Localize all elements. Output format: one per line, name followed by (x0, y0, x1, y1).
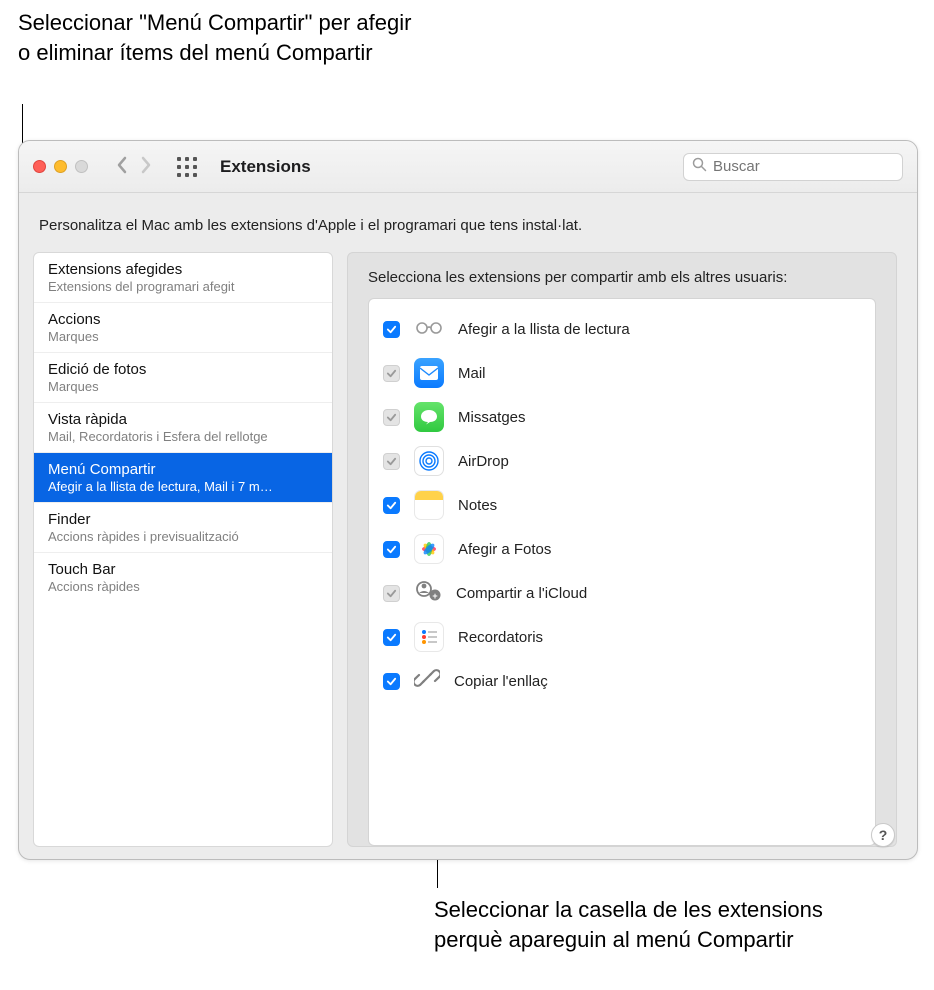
reading-list-icon (414, 316, 444, 342)
window-controls (33, 160, 88, 173)
sidebar-item[interactable]: FinderAccions ràpides i previsualització (34, 503, 332, 553)
sidebar-item-title: Touch Bar (48, 561, 318, 578)
minimize-window-button[interactable] (54, 160, 67, 173)
sidebar-item-subtitle: Extensions del programari afegit (48, 279, 318, 294)
close-window-button[interactable] (33, 160, 46, 173)
sidebar-item[interactable]: Menú CompartirAfegir a la llista de lect… (34, 453, 332, 503)
extension-row: + Compartir a l'iCloud (369, 571, 875, 615)
extension-checkbox[interactable] (383, 497, 400, 514)
extension-checkbox[interactable] (383, 629, 400, 646)
window-body: Personalitza el Mac amb les extensions d… (19, 193, 917, 859)
sidebar-item-subtitle: Mail, Recordatoris i Esfera del rellotge (48, 429, 318, 444)
extension-checkbox (383, 585, 400, 602)
annotation-line (437, 858, 438, 888)
sidebar-item[interactable]: Vista ràpidaMail, Recordatoris i Esfera … (34, 403, 332, 453)
extension-checkbox (383, 365, 400, 382)
extension-label: Missatges (458, 409, 526, 426)
annotation-bottom: Seleccionar la casella de les extensions… (434, 895, 834, 954)
show-all-icon[interactable] (176, 156, 198, 178)
extension-checkbox (383, 409, 400, 426)
extension-row: Recordatoris (369, 615, 875, 659)
toolbar: Extensions (19, 141, 917, 193)
sidebar-item-title: Accions (48, 311, 318, 328)
extension-label: AirDrop (458, 453, 509, 470)
extension-row: Notes (369, 483, 875, 527)
sidebar-item-subtitle: Accions ràpides i previsualització (48, 529, 318, 544)
search-icon (692, 157, 707, 176)
airdrop-icon (414, 446, 444, 476)
extension-row: Mail (369, 351, 875, 395)
extension-label: Afegir a la llista de lectura (458, 321, 630, 338)
main-panel: Selecciona les extensions per compartir … (347, 252, 897, 847)
forward-button[interactable] (136, 153, 156, 181)
extension-label: Afegir a Fotos (458, 541, 551, 558)
sidebar-item[interactable]: AccionsMarques (34, 303, 332, 353)
sidebar-item-subtitle: Marques (48, 329, 318, 344)
extension-checkbox[interactable] (383, 673, 400, 690)
extension-row: Afegir a Fotos (369, 527, 875, 571)
extension-checkbox (383, 453, 400, 470)
search-input[interactable] (713, 158, 912, 175)
main-heading: Selecciona les extensions per compartir … (368, 269, 876, 286)
link-icon (414, 665, 440, 697)
zoom-window-button (75, 160, 88, 173)
search-field[interactable] (683, 153, 903, 181)
svg-text:+: + (432, 591, 437, 601)
extension-row: Missatges (369, 395, 875, 439)
messages-icon (414, 402, 444, 432)
photos-icon (414, 534, 444, 564)
extension-row: Copiar l'enllaç (369, 659, 875, 703)
extension-label: Notes (458, 497, 497, 514)
extension-list: Afegir a la llista de lectura Mail Missatg… (368, 298, 876, 846)
sidebar-item-title: Extensions afegides (48, 261, 318, 278)
nav-arrows (112, 153, 156, 181)
back-button[interactable] (112, 153, 132, 181)
extension-label: Copiar l'enllaç (454, 673, 548, 690)
sidebar-item[interactable]: Extensions afegidesExtensions del progra… (34, 253, 332, 303)
icloud-share-icon: + (414, 579, 442, 607)
extension-row: Afegir a la llista de lectura (369, 307, 875, 351)
annotation-top: Seleccionar "Menú Compartir" per afegir … (18, 8, 418, 67)
extension-row: AirDrop (369, 439, 875, 483)
intro-text: Personalitza el Mac amb les extensions d… (39, 217, 897, 234)
category-sidebar: Extensions afegidesExtensions del progra… (33, 252, 333, 847)
sidebar-item-title: Menú Compartir (48, 461, 318, 478)
preferences-window: Extensions Personalitza el Mac amb les e… (18, 140, 918, 860)
sidebar-item-title: Vista ràpida (48, 411, 318, 428)
extension-checkbox[interactable] (383, 321, 400, 338)
sidebar-item[interactable]: Edició de fotosMarques (34, 353, 332, 403)
extension-label: Mail (458, 365, 486, 382)
mail-icon (414, 358, 444, 388)
sidebar-item-subtitle: Afegir a la llista de lectura, Mail i 7 … (48, 479, 318, 494)
sidebar-item-subtitle: Marques (48, 379, 318, 394)
help-button[interactable]: ? (871, 823, 895, 847)
extension-label: Recordatoris (458, 629, 543, 646)
extension-label: Compartir a l'iCloud (456, 585, 587, 602)
sidebar-item-subtitle: Accions ràpides (48, 579, 318, 594)
reminders-icon (414, 622, 444, 652)
sidebar-item[interactable]: Touch BarAccions ràpides (34, 553, 332, 602)
sidebar-item-title: Edició de fotos (48, 361, 318, 378)
window-title: Extensions (220, 157, 311, 177)
extension-checkbox[interactable] (383, 541, 400, 558)
notes-icon (414, 490, 444, 520)
sidebar-item-title: Finder (48, 511, 318, 528)
